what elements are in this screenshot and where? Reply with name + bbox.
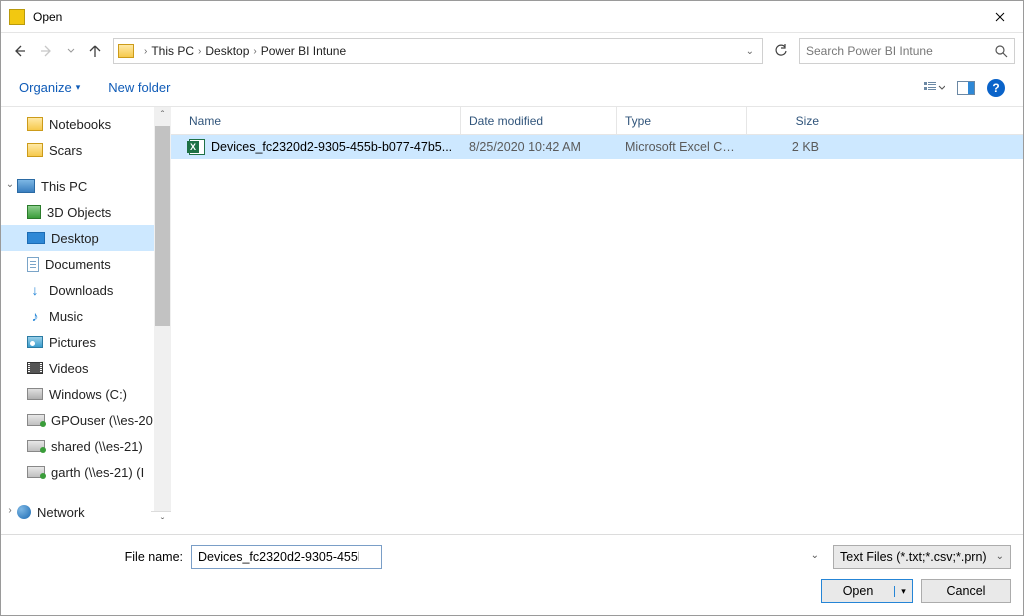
up-button[interactable] [85, 41, 105, 61]
preview-pane-button[interactable] [955, 77, 977, 99]
scroll-down-icon[interactable]: ˇ [151, 511, 172, 534]
breadcrumb-desktop[interactable]: Desktop [205, 44, 249, 58]
titlebar: Open [1, 1, 1023, 33]
tree-item-3dobjects[interactable]: 3D Objects [1, 199, 171, 225]
new-folder-button[interactable]: New folder [108, 80, 170, 95]
toolbar: Organize ▾ New folder ? [1, 69, 1023, 107]
tree-item-notebooks[interactable]: Notebooks [1, 111, 171, 137]
file-name: Devices_fc2320d2-9305-455b-b077-47b5... [211, 140, 452, 154]
breadcrumb-thispc[interactable]: This PC [151, 44, 194, 58]
picture-icon [27, 336, 43, 348]
address-bar[interactable]: › This PC › Desktop › Power BI Intune ⌄ [113, 38, 763, 64]
navbar: › This PC › Desktop › Power BI Intune ⌄ … [1, 33, 1023, 69]
tree-scrollbar[interactable]: ˆ ˇ [154, 107, 171, 534]
column-date[interactable]: Date modified [461, 107, 617, 134]
file-row[interactable]: Devices_fc2320d2-9305-455b-b077-47b5... … [171, 135, 1023, 159]
tree-item-downloads[interactable]: ↓Downloads [1, 277, 171, 303]
folder-icon [27, 117, 43, 131]
excel-icon [189, 139, 205, 155]
sort-indicator-icon: ˆ [319, 107, 322, 114]
file-date: 8/25/2020 10:42 AM [461, 140, 617, 154]
tree-item-music[interactable]: ♪Music [1, 303, 171, 329]
tree-item-shared[interactable]: shared (\\es-21) [1, 433, 171, 459]
disk-icon [27, 388, 43, 400]
app-icon [9, 9, 25, 25]
scroll-thumb[interactable] [155, 126, 170, 326]
filename-label: File name: [13, 550, 183, 564]
chevron-right-icon[interactable]: › [253, 46, 256, 57]
open-split-dropdown[interactable]: ▾ [894, 586, 912, 597]
filetype-filter[interactable]: Text Files (*.txt;*.csv;*.prn) ⌄ [833, 545, 1011, 569]
breadcrumb-current[interactable]: Power BI Intune [261, 44, 346, 58]
network-icon [17, 505, 31, 519]
chevron-right-icon[interactable]: › [144, 46, 147, 57]
tree-item-garth[interactable]: garth (\\es-21) (I [1, 459, 171, 485]
tree-item-pictures[interactable]: Pictures [1, 329, 171, 355]
music-icon: ♪ [27, 309, 43, 323]
refresh-button[interactable] [767, 38, 795, 64]
view-options-button[interactable] [923, 77, 945, 99]
caret-down-icon: ▾ [76, 82, 81, 93]
filename-input[interactable] [191, 545, 382, 569]
column-size[interactable]: Size [747, 107, 827, 134]
document-icon [27, 257, 39, 272]
caret-down-icon: ⌄ [996, 551, 1004, 562]
pc-icon [17, 179, 35, 193]
chevron-right-icon[interactable]: › [198, 46, 201, 57]
tree-item-documents[interactable]: Documents [1, 251, 171, 277]
network-drive-icon [27, 466, 45, 478]
tree-item-videos[interactable]: Videos [1, 355, 171, 381]
download-icon: ↓ [27, 283, 43, 297]
network-drive-icon [27, 440, 45, 452]
organize-menu[interactable]: Organize ▾ [19, 80, 80, 95]
tree-item-thispc[interactable]: This PC [1, 173, 171, 199]
tree-item-gpouser[interactable]: GPOuser (\\es-20 [1, 407, 171, 433]
file-list-pane: ˆ Name Date modified Type Size Devices_f… [171, 107, 1023, 534]
filename-dropdown[interactable]: ⌄ [811, 550, 819, 561]
help-button[interactable]: ? [987, 79, 1005, 97]
file-type: Microsoft Excel Co... [617, 140, 747, 154]
tree-item-scars[interactable]: Scars [1, 137, 171, 163]
recent-dropdown[interactable] [65, 41, 77, 61]
tree-item-desktop[interactable]: Desktop [1, 225, 171, 251]
search-input[interactable]: Search Power BI Intune [799, 38, 1015, 64]
expand-caret[interactable]: › [5, 505, 15, 516]
expand-caret[interactable]: ⌄ [5, 179, 15, 190]
search-icon[interactable] [995, 45, 1008, 58]
open-button[interactable]: Open ▾ [821, 579, 913, 603]
navigation-tree: Notebooks Scars ⌄ This PC 3D Objects Des… [1, 107, 171, 534]
network-drive-icon [27, 414, 45, 426]
3d-icon [27, 205, 41, 219]
cancel-button[interactable]: Cancel [921, 579, 1011, 603]
column-name[interactable]: ˆ Name [181, 107, 461, 134]
bottom-panel: File name: ⌄ Text Files (*.txt;*.csv;*.p… [1, 534, 1023, 615]
window-title: Open [33, 10, 62, 24]
tree-item-network[interactable]: Network [1, 499, 171, 525]
search-placeholder: Search Power BI Intune [806, 44, 933, 58]
tree-item-windowsc[interactable]: Windows (C:) [1, 381, 171, 407]
back-button[interactable] [9, 41, 29, 61]
folder-icon [27, 143, 43, 157]
close-button[interactable] [977, 1, 1023, 32]
scroll-up-icon[interactable]: ˆ [154, 107, 171, 124]
folder-icon [118, 44, 134, 58]
column-type[interactable]: Type [617, 107, 747, 134]
desktop-icon [27, 232, 45, 244]
file-size: 2 KB [747, 140, 827, 154]
forward-button[interactable] [37, 41, 57, 61]
address-dropdown[interactable]: ⌄ [742, 46, 758, 57]
column-headers: ˆ Name Date modified Type Size [171, 107, 1023, 135]
video-icon [27, 362, 43, 374]
